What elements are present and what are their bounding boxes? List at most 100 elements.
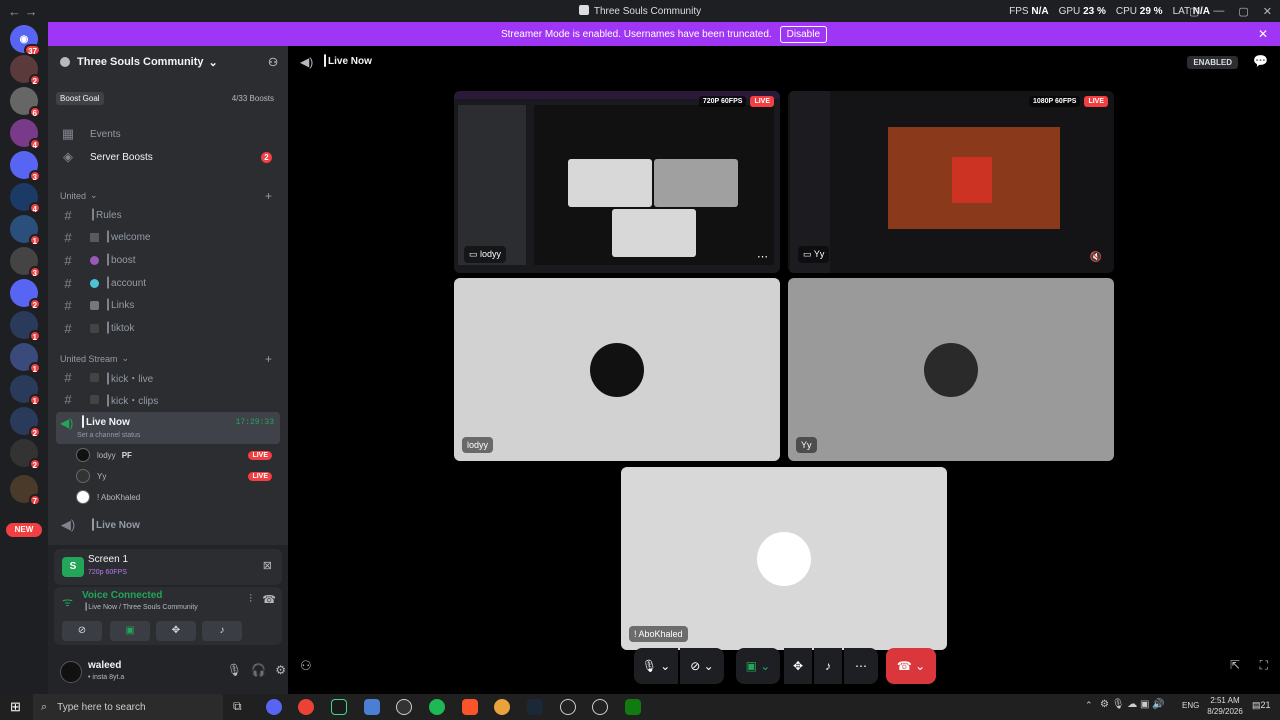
soundboard-button[interactable]: ♪ (814, 648, 842, 684)
notification-icon[interactable]: ▤21 (1252, 700, 1271, 711)
kick-icon (90, 372, 99, 382)
more-button[interactable]: ⋯ (844, 648, 878, 684)
server-icon[interactable]: 1 (10, 311, 41, 342)
server-icon[interactable]: 2 (10, 407, 41, 438)
xbox-icon[interactable] (625, 699, 641, 715)
channel-status[interactable]: Set a channel status (77, 432, 140, 439)
server-icon[interactable]: 3 (10, 151, 41, 182)
mic-button[interactable]: 🎙 ⌄ (634, 648, 678, 684)
channel-welcome[interactable]: # ┃welcome (56, 226, 280, 248)
user-tile-yy[interactable]: Yy (788, 278, 1114, 461)
soundboard-button[interactable]: ♪ (202, 621, 242, 641)
invite-user-icon[interactable]: ⚇ (300, 658, 312, 674)
activities-button[interactable]: ✥ (156, 621, 196, 641)
chat-icon[interactable]: 💬 (1253, 54, 1268, 68)
boost-goal[interactable]: Boost Goal 4/33 Boosts (56, 88, 280, 108)
category-united-stream[interactable]: United Stream ⌄ + (60, 352, 280, 366)
voice-user[interactable]: ! AboKhaled (76, 488, 276, 506)
screen-share-button[interactable]: ▣ ⌄ (736, 648, 780, 684)
server-icon[interactable]: 1 (10, 375, 41, 406)
server-icon[interactable]: 2 (10, 55, 41, 86)
mic-icon[interactable]: 🎙 (227, 663, 242, 677)
tray-icons[interactable]: ⚙ 🎙 ☁ ▣ 🔊 (1100, 699, 1165, 710)
activities-button[interactable]: ✥ (784, 648, 812, 684)
stream-badge: 720P 60FPS LIVE (698, 96, 774, 107)
channel-kick-clips[interactable]: # ┃kick・clips (56, 388, 280, 410)
language-indicator[interactable]: ENG (1182, 701, 1199, 710)
app-icon[interactable] (364, 699, 380, 715)
brave-icon[interactable] (462, 699, 478, 715)
screen-share-icon: ▣ (125, 625, 135, 636)
disable-button[interactable]: Disable (779, 25, 828, 43)
server-icon[interactable]: 2 (10, 439, 41, 470)
avatar (924, 342, 978, 397)
add-channel-icon[interactable]: + (265, 352, 272, 366)
app-icon[interactable] (396, 699, 412, 715)
maximize-button[interactable]: ▢ (1238, 5, 1248, 18)
voice-user[interactable]: lodyy PF LIVE (76, 446, 276, 464)
events-item[interactable]: ▦ Events (56, 123, 280, 145)
camera-off-button[interactable]: ⊘ (62, 621, 102, 641)
channel-kick-live[interactable]: # ┃kick・live (56, 366, 280, 388)
discord-icon[interactable] (266, 699, 282, 715)
stop-share-icon[interactable]: ⊠ (263, 559, 272, 572)
taskbar-search[interactable]: ⌕ Type here to search (33, 694, 223, 720)
disconnect-icon[interactable]: ☎ (262, 593, 276, 606)
mute-icon[interactable]: 🔇 (1090, 252, 1102, 263)
disconnect-button[interactable]: ☎ ⌄ (886, 648, 936, 684)
stream-tile-yy[interactable]: 1080P 60FPS LIVE ▭ Yy 🔇 (788, 91, 1114, 273)
task-view-icon[interactable]: ⧉ (233, 699, 242, 714)
server-icon[interactable]: 1 (10, 215, 41, 246)
user-tile-lodyy[interactable]: lodyy (454, 278, 780, 461)
stream-tile-lodyy[interactable]: 720P 60FPS LIVE ▭ lodyy ⋯ (454, 91, 780, 273)
server-icon[interactable]: 7 (10, 475, 41, 506)
chrome-icon[interactable] (298, 699, 314, 715)
camera-button[interactable]: ⊘ ⌄ (680, 648, 724, 684)
voice-user[interactable]: Yy LIVE (76, 467, 276, 485)
fullscreen-icon[interactable]: ⛶ (1260, 658, 1268, 673)
server-icon[interactable]: 1 (10, 343, 41, 374)
share-screen-button[interactable]: ▣ (110, 621, 150, 641)
hash-icon: # (64, 369, 72, 385)
spotify-icon[interactable] (429, 699, 445, 715)
close-button[interactable]: ✕ (1263, 5, 1272, 18)
popout-icon[interactable]: ⇱ (1230, 658, 1240, 672)
server-icon[interactable]: 3 (10, 247, 41, 278)
inbox-icon[interactable]: ▢ (1189, 5, 1199, 18)
server-icon[interactable]: 4 (10, 119, 41, 150)
noise-suppression-icon[interactable]: ⫶ (249, 593, 252, 606)
home-button[interactable]: ◉ 37 (10, 25, 41, 56)
server-icon[interactable]: 6 (10, 87, 41, 118)
headphones-icon[interactable]: 🎧 (251, 663, 266, 677)
voice-channel-live-now-2[interactable]: ◀) ┃Live Now (56, 514, 280, 536)
server-icon[interactable]: 4 (10, 183, 41, 214)
server-header[interactable]: Three Souls Community ⌄ ⚇ (48, 46, 288, 78)
channel-rules[interactable]: # ┃Rules (56, 204, 280, 226)
screen-share-panel[interactable]: S Screen 1 720p 60FPS ⊠ (54, 549, 282, 585)
voice-channel-live-now[interactable]: ◀) ┃Live Now 17:29:33 Set a channel stat… (56, 412, 280, 444)
user-tile-abokhaled[interactable]: ! AboKhaled (621, 467, 947, 650)
channel-account[interactable]: # ┃account (56, 272, 280, 294)
channel-tiktok[interactable]: # ┃tiktok (56, 317, 280, 339)
category-united[interactable]: United ⌄ + (60, 189, 280, 203)
add-channel-icon[interactable]: + (265, 189, 272, 203)
tray-chevron-icon[interactable]: ⌃ (1085, 700, 1093, 711)
app-icon[interactable] (494, 699, 510, 715)
channel-boost[interactable]: # ┃boost (56, 249, 280, 271)
server-icon[interactable]: 2 (10, 279, 41, 310)
screen-icon: ▭ (469, 249, 481, 259)
app-icon[interactable] (560, 699, 576, 715)
channel-links[interactable]: # ┃Links (56, 294, 280, 316)
app-icon[interactable] (331, 699, 347, 715)
minimize-button[interactable]: — (1213, 5, 1224, 18)
windows-start-icon[interactable]: ⊞ (10, 699, 21, 715)
settings-icon[interactable] (592, 699, 608, 715)
clock[interactable]: 2:51 AM 8/29/2026 (1204, 695, 1246, 717)
more-icon[interactable]: ⋯ (757, 250, 768, 263)
steam-icon[interactable] (527, 699, 543, 715)
avatar[interactable] (60, 661, 82, 683)
server-boosts-item[interactable]: ◈ Server Boosts 2 (56, 146, 280, 168)
close-icon[interactable]: ✕ (1258, 27, 1268, 41)
gear-icon[interactable]: ⚙ (275, 663, 286, 677)
invite-icon[interactable]: ⚇ (268, 56, 278, 69)
